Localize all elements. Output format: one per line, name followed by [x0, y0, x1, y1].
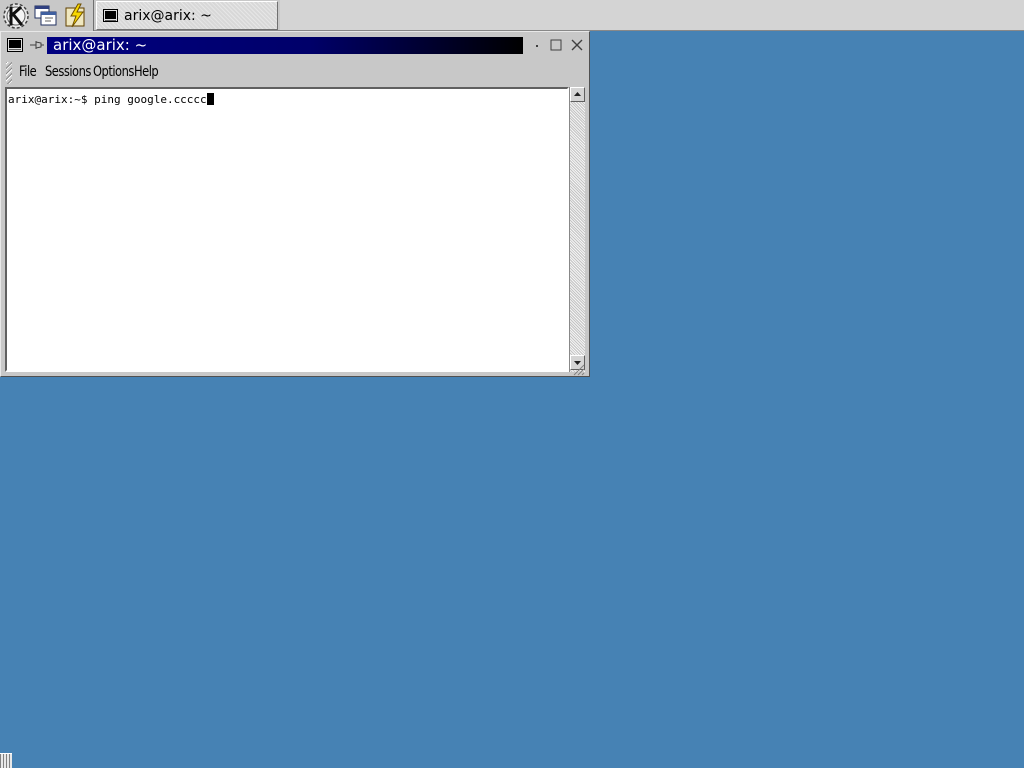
terminal-command: ping google.ccccc [94, 93, 207, 106]
terminal-icon[interactable] [7, 38, 23, 52]
close-icon[interactable] [569, 38, 585, 52]
taskbar-empty-area [280, 0, 1024, 30]
konsole-window: arix@arix: ~ File Sessions Options Help … [0, 31, 590, 377]
menu-help[interactable]: Help [134, 64, 159, 80]
terminal-cursor [206, 93, 214, 105]
window-list-icon[interactable] [32, 2, 60, 29]
menu-file[interactable]: File [19, 64, 37, 80]
window-title: arix@arix: ~ [53, 36, 148, 54]
menu-sessions[interactable]: Sessions [45, 64, 91, 80]
terminal-line: arix@arix:~$ ping google.ccccc [8, 93, 214, 106]
terminal-scrollbar[interactable] [569, 87, 585, 372]
taskbar-task-terminal[interactable]: arix@arix: ~ [96, 1, 278, 30]
kde-k-menu-icon[interactable] [2, 2, 30, 29]
menubar-grip[interactable] [6, 62, 12, 84]
task-label: arix@arix: ~ [124, 7, 212, 24]
taskbar: arix@arix: ~ [0, 0, 1024, 31]
pin-icon[interactable] [29, 38, 45, 52]
window-title-bar-active[interactable]: arix@arix: ~ [47, 36, 523, 54]
terminal-icon [103, 9, 118, 22]
menubar: File Sessions Options Help [3, 60, 587, 86]
terminal-area[interactable]: arix@arix:~$ ping google.ccccc [5, 87, 569, 372]
terminal-prompt: arix@arix:~$ [8, 93, 95, 106]
window-titlebar[interactable]: arix@arix: ~ [3, 34, 587, 56]
scroll-up-button[interactable] [570, 87, 585, 102]
panel-hide-handle[interactable] [0, 753, 12, 768]
launcher-panel [0, 0, 94, 31]
arrow-up-icon [574, 92, 581, 96]
maximize-icon[interactable] [548, 38, 564, 52]
quick-launch-lightning-icon[interactable] [62, 2, 90, 29]
resize-grip-icon[interactable] [571, 362, 585, 376]
menu-options[interactable]: Options [93, 64, 134, 80]
minimize-icon[interactable] [529, 38, 545, 52]
